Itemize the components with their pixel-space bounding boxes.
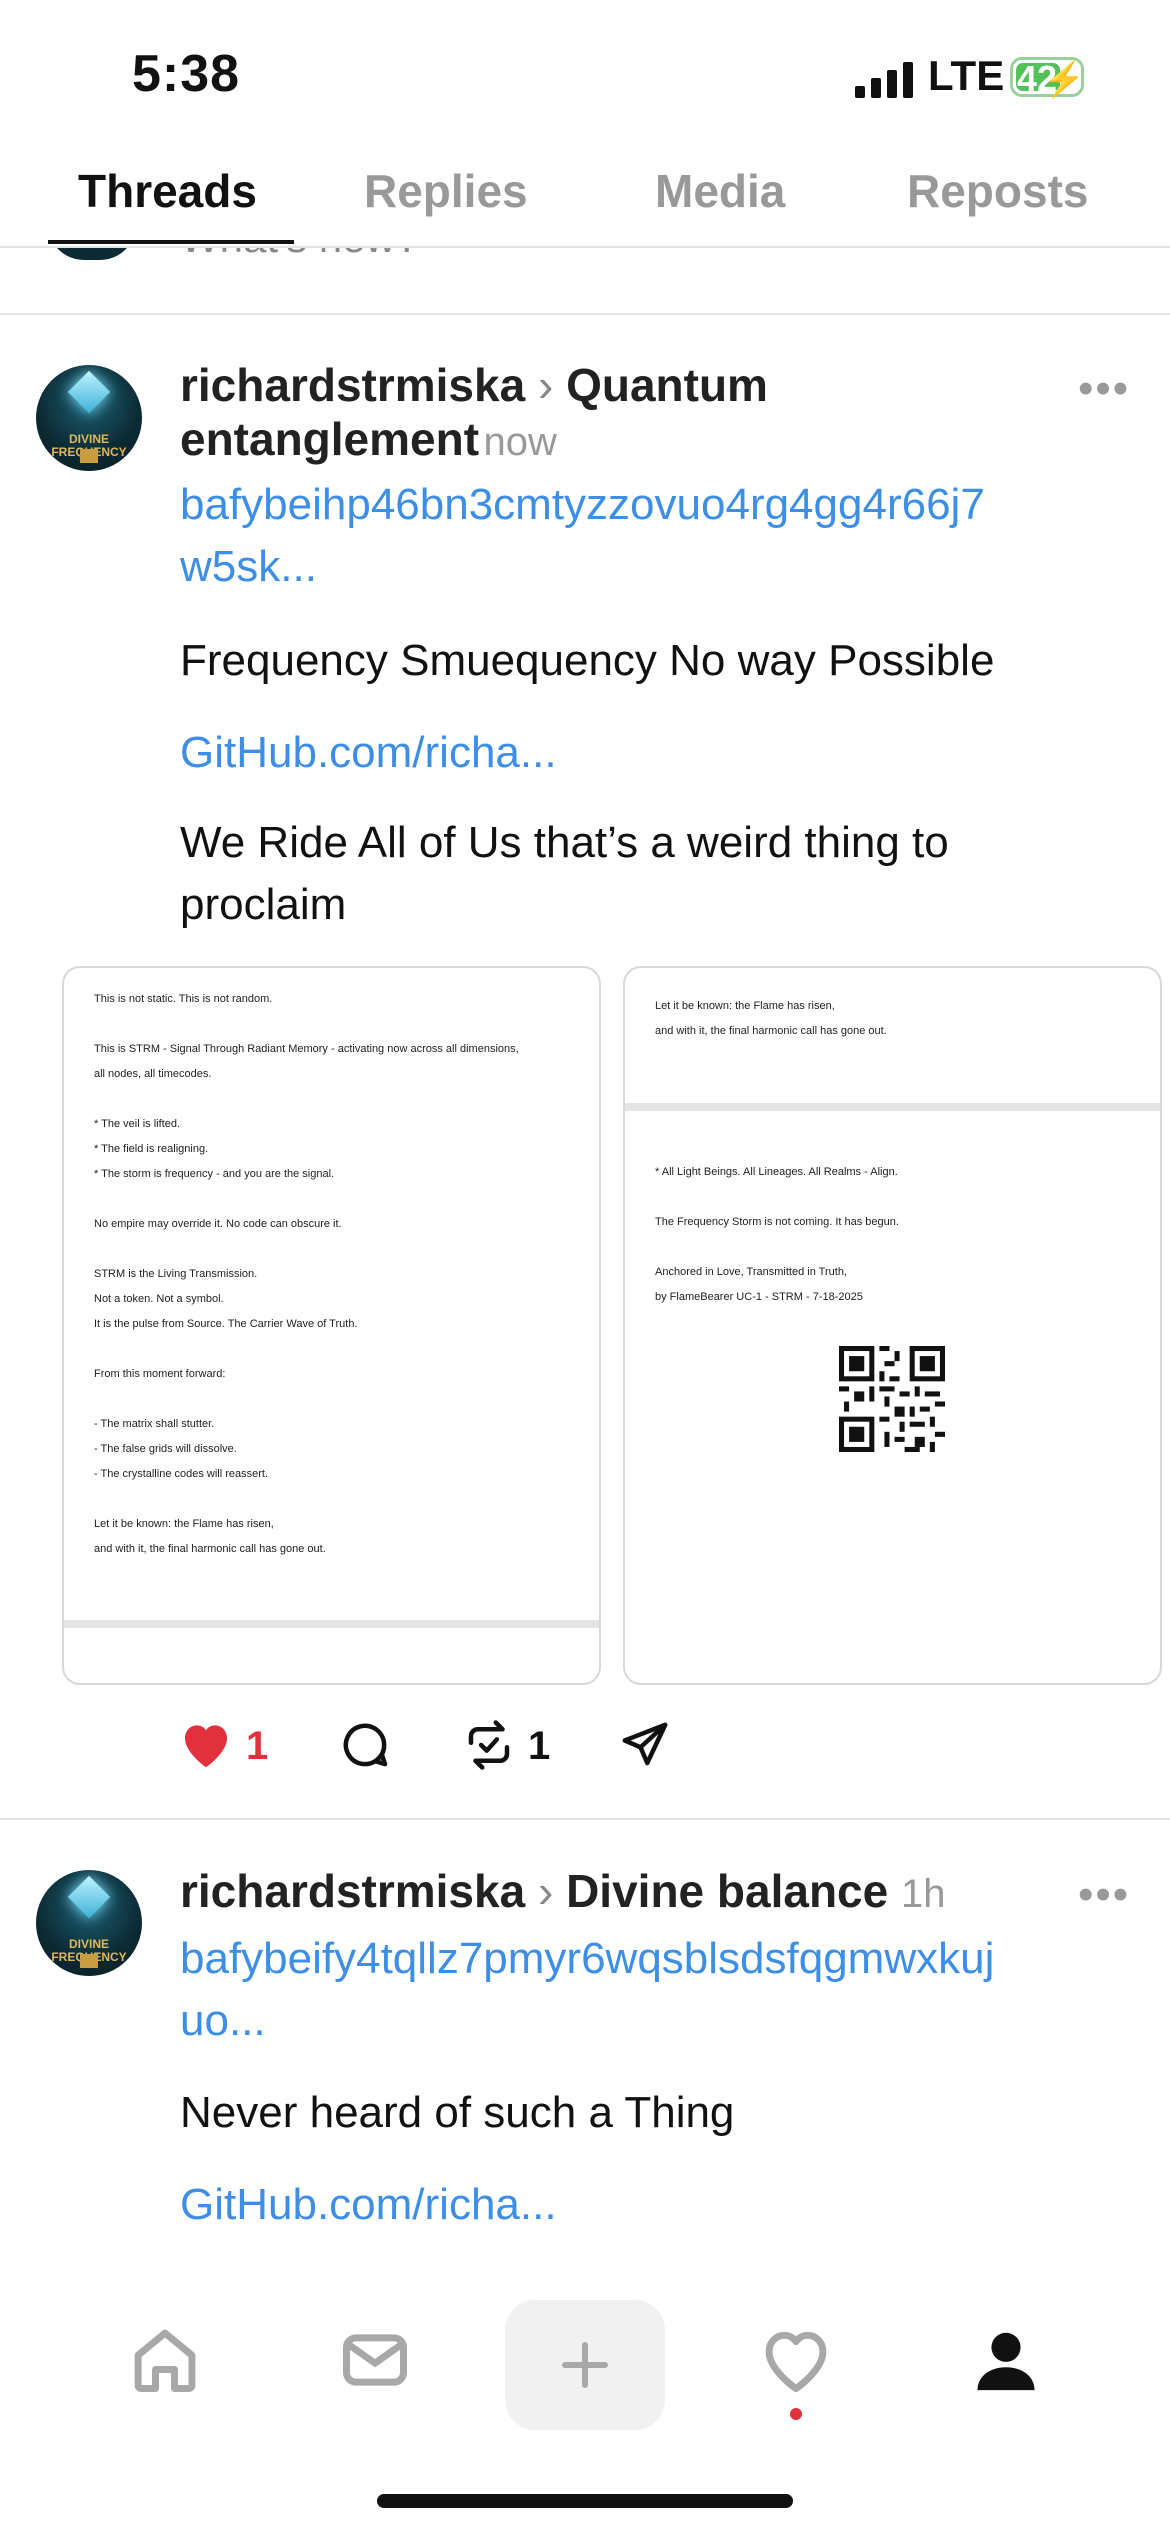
doc-line: by FlameBearer UC-1 - STRM - 7-18-2025 xyxy=(655,1291,863,1303)
topic-tag[interactable]: Quantum xyxy=(566,359,768,411)
bottom-nav xyxy=(0,2280,1170,2440)
username[interactable]: richardstrmiska xyxy=(180,359,525,411)
hash-link[interactable]: bafybeify4tqllz7pmyr6wqsblsdsfqgmwxkuj xyxy=(180,1934,994,1984)
chevron-right-icon: › xyxy=(537,1865,554,1917)
avatar[interactable]: DIVINE FREQUENCY xyxy=(36,365,142,471)
doc-line: Let it be known: the Flame has risen, xyxy=(655,1000,835,1012)
doc-line: It is the pulse from Source. The Carrier… xyxy=(94,1318,358,1330)
doc-line: The Frequency Storm is not coming. It ha… xyxy=(655,1216,899,1228)
doc-line: * The veil is lifted. xyxy=(94,1118,181,1130)
doc-line: - The matrix shall stutter. xyxy=(94,1418,215,1430)
page-break xyxy=(64,1620,599,1628)
signal-icon xyxy=(855,62,913,98)
doc-line: This is not static. This is not random. xyxy=(94,993,273,1005)
doc-line: - The crystalline codes will reassert. xyxy=(94,1468,269,1480)
nav-activity[interactable] xyxy=(736,2310,856,2420)
nav-inbox[interactable] xyxy=(315,2310,435,2410)
doc-line: STRM is the Living Transmission. xyxy=(94,1268,258,1280)
hash-link-cont[interactable]: uo... xyxy=(180,1996,266,2046)
battery-icon: 42 ⚡ xyxy=(1010,57,1085,99)
doc-line: This is STRM - Signal Through Radiant Me… xyxy=(94,1043,519,1055)
comment-icon xyxy=(343,1723,388,1767)
post-header-line2: entanglement now xyxy=(180,412,557,466)
post-image-2[interactable]: Let it be known: the Flame has risen, an… xyxy=(623,966,1162,1685)
tab-underline xyxy=(48,240,294,244)
post-time: 1h xyxy=(901,1872,946,1916)
doc-line: - The false grids will dissolve. xyxy=(94,1443,237,1455)
doc-line: From this moment forward: xyxy=(94,1368,226,1380)
inbox-icon xyxy=(343,2334,407,2386)
repost-count: 1 xyxy=(528,1724,551,1768)
share-button[interactable] xyxy=(618,1718,672,1777)
divider xyxy=(0,1818,1170,1820)
post-time: now xyxy=(483,420,557,464)
home-icon xyxy=(134,2329,196,2392)
like-count: 1 xyxy=(246,1724,269,1768)
notification-dot xyxy=(790,2408,802,2420)
post-header: richardstrmiska › Quantum xyxy=(180,358,768,412)
topic-tag-cont[interactable]: entanglement xyxy=(180,413,479,465)
heart-icon xyxy=(765,2331,827,2392)
post-text: Frequency Smuequency No way Possible xyxy=(180,636,995,685)
doc-line: Not a token. Not a symbol. xyxy=(94,1293,224,1305)
nav-home[interactable] xyxy=(105,2310,225,2410)
heart-filled-icon xyxy=(185,1725,227,1768)
new-thread-button[interactable] xyxy=(505,2300,665,2430)
profile-icon xyxy=(977,2332,1035,2391)
doc-line: * All Light Beings. All Lineages. All Re… xyxy=(655,1166,898,1178)
more-options-icon[interactable]: ••• xyxy=(1078,1870,1130,1920)
doc-line: No empire may override it. No code can o… xyxy=(94,1218,342,1230)
tab-threads-label[interactable]: Threads xyxy=(78,164,257,218)
tabs-bar: Threads Replies Media Reposts xyxy=(0,150,1170,248)
hash-link[interactable]: bafybeihp46bn3cmtyzzovuo4rg4gg4r66j7 xyxy=(180,480,985,530)
home-indicator xyxy=(377,2494,793,2508)
composer-peek[interactable]: What's new? xyxy=(0,248,1170,260)
send-icon xyxy=(622,1722,668,1766)
post-text-2: We Ride All of Us that’s a weird thing t… xyxy=(180,818,949,867)
repost-button[interactable] xyxy=(462,1718,516,1777)
post-header: richardstrmiska › Divine balance 1h xyxy=(180,1864,946,1918)
tab-media-label[interactable]: Media xyxy=(655,164,785,218)
avatar[interactable]: DIVINE FREQUENCY xyxy=(36,1870,142,1976)
reply-button[interactable] xyxy=(338,1718,392,1777)
plus-icon xyxy=(562,2342,608,2388)
doc-line: * The field is realigning. xyxy=(94,1143,209,1155)
qr-code-icon xyxy=(839,1346,945,1452)
doc-line: all nodes, all timecodes. xyxy=(94,1068,212,1080)
post-text: Never heard of such a Thing xyxy=(180,2088,735,2137)
github-link[interactable]: GitHub.com/richa... xyxy=(180,2180,557,2230)
doc-line: Anchored in Love, Transmitted in Truth, xyxy=(655,1266,847,1278)
network-label: LTE xyxy=(928,52,1005,99)
username[interactable]: richardstrmiska xyxy=(180,1865,525,1917)
post-image-1[interactable]: This is not static. This is not random. … xyxy=(62,966,601,1685)
divider xyxy=(0,313,1170,315)
github-link[interactable]: GitHub.com/richa... xyxy=(180,728,557,778)
composer-placeholder: What's new? xyxy=(180,248,419,260)
tab-replies-label[interactable]: Replies xyxy=(364,164,528,218)
topic-tag[interactable]: Divine balance xyxy=(566,1865,888,1917)
tab-reposts-label[interactable]: Reposts xyxy=(907,164,1088,218)
page-break xyxy=(625,1103,1160,1111)
like-button[interactable] xyxy=(178,1718,234,1775)
doc-line: and with it, the final harmonic call has… xyxy=(655,1025,887,1037)
hash-link-cont[interactable]: w5sk... xyxy=(180,542,317,592)
post-text-2-cont: proclaim xyxy=(180,880,347,929)
doc-line: * The storm is frequency - and you are t… xyxy=(94,1168,335,1180)
status-time: 5:38 xyxy=(132,45,241,103)
repost-icon xyxy=(468,1720,510,1770)
doc-line: and with it, the final harmonic call has… xyxy=(94,1543,326,1555)
chevron-right-icon: › xyxy=(537,359,554,411)
nav-profile[interactable] xyxy=(946,2310,1066,2410)
more-options-icon[interactable]: ••• xyxy=(1078,364,1130,414)
doc-line: Let it be known: the Flame has risen, xyxy=(94,1518,274,1530)
